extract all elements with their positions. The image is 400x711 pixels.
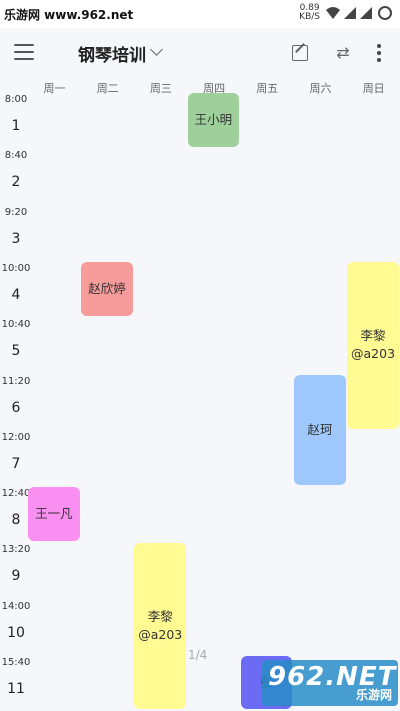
status-icons: 0.89 KB/S	[299, 4, 392, 22]
period-start-time: 14:00	[1, 600, 31, 612]
chevron-down-icon[interactable]	[150, 43, 163, 56]
weekday-label: 周二	[96, 82, 119, 95]
period-number: 5	[11, 343, 21, 360]
wifi-icon	[326, 7, 340, 19]
period-start-time: 11:20	[1, 375, 31, 387]
period-number: 2	[11, 174, 21, 191]
course-block[interactable]: 王小明	[187, 93, 240, 148]
weekday-label: 周三	[149, 82, 172, 95]
battery-ring-icon	[378, 6, 392, 20]
period-start-time: 13:20	[1, 544, 31, 556]
course-block[interactable]: 赵珂	[294, 374, 346, 486]
period-number: 4	[11, 286, 21, 303]
period-start-time: 8:40	[4, 150, 28, 162]
period-start-time: 12:00	[1, 431, 31, 443]
weekday-label: 周六	[309, 82, 332, 95]
swap-icon[interactable]: ⇄	[333, 44, 353, 62]
period-start-time: 8:00	[4, 94, 28, 105]
course-block[interactable]: 赵欣婷	[81, 261, 133, 317]
status-bar: 乐游网 www.962.net 0.89 KB/S	[0, 0, 400, 28]
course-block[interactable]: 李黎 @a203	[347, 261, 399, 429]
period-number: 7	[11, 455, 21, 472]
more-icon[interactable]	[376, 44, 382, 62]
period-number: 10	[7, 624, 25, 641]
period-number: 3	[11, 230, 21, 247]
status-site-text: 乐游网 www.962.net	[4, 8, 134, 22]
weekday-label: 周日	[362, 82, 385, 95]
period-number: 9	[11, 568, 21, 585]
page-indicator: 1/4	[188, 648, 208, 662]
schedule-title[interactable]: 钢琴培训	[78, 41, 146, 66]
watermark-subtext: 乐游网	[355, 688, 392, 702]
signal-icon	[344, 7, 356, 19]
weekday-header: 周一 周二 周三 周四 周五 周六 周日	[0, 80, 400, 95]
period-start-time: 9:20	[4, 206, 28, 218]
edit-icon[interactable]	[292, 45, 308, 61]
period-number: 6	[11, 399, 21, 416]
app-bar: 钢琴培训 ⇄	[0, 28, 400, 80]
period-number: 1	[11, 118, 21, 134]
signal-icon-2	[360, 7, 372, 19]
net-speed: 0.89 KB/S	[299, 3, 320, 22]
weekday-label: 周一	[43, 82, 66, 95]
course-block[interactable]: 王一凡	[28, 487, 80, 542]
period-start-time: 15:40	[1, 657, 31, 668]
weekday-label: 周五	[256, 82, 279, 95]
period-start-time: 10:00	[1, 262, 31, 274]
menu-icon[interactable]	[14, 44, 34, 62]
period-start-time: 10:40	[1, 319, 31, 331]
period-number: 11	[7, 681, 25, 697]
watermark-logo: 962.NET 乐游网	[262, 660, 398, 706]
course-block[interactable]: 李黎 @a203	[134, 543, 187, 709]
